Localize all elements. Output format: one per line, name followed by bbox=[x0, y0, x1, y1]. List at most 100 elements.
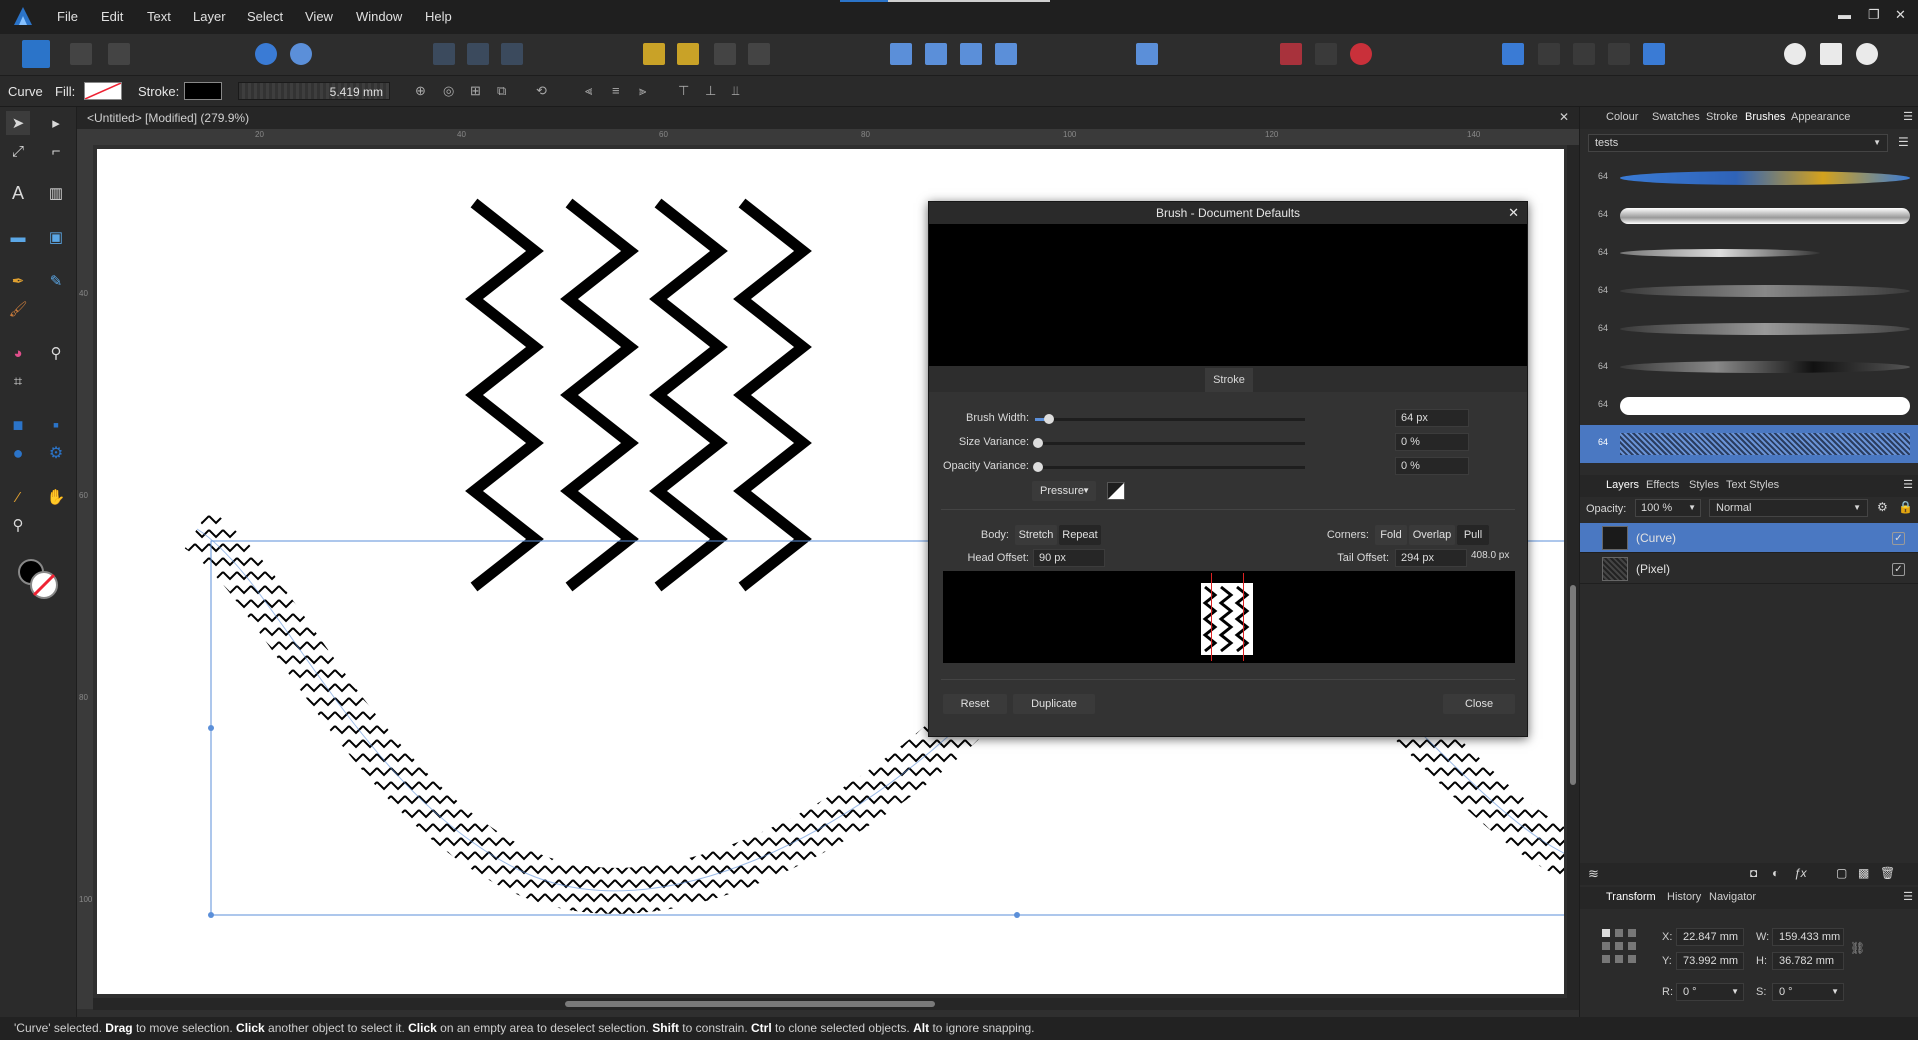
cog-tool-icon[interactable]: ⚙ bbox=[44, 441, 68, 465]
minimize-icon[interactable]: ▬ bbox=[1838, 7, 1851, 22]
place-image-tool-icon[interactable]: ▬ bbox=[6, 225, 30, 249]
tab-transform[interactable]: Transform bbox=[1606, 891, 1656, 903]
move-forward-icon[interactable] bbox=[677, 43, 699, 65]
arrange-icon[interactable] bbox=[1820, 43, 1842, 65]
h-field[interactable]: 36.782 mm bbox=[1772, 952, 1844, 970]
tab-stroke-panel[interactable]: Stroke bbox=[1706, 111, 1738, 123]
move-back-icon[interactable] bbox=[643, 43, 665, 65]
document-tab[interactable]: <Untitled> [Modified] (279.9%) ✕ bbox=[77, 107, 1579, 129]
selection-handle[interactable] bbox=[1014, 912, 1020, 918]
opacity-field[interactable]: 100 % ▼ bbox=[1635, 499, 1701, 517]
menu-help[interactable]: Help bbox=[425, 9, 452, 24]
brush-nozzle-editor[interactable] bbox=[943, 571, 1515, 663]
tab-colour[interactable]: Colour bbox=[1606, 111, 1638, 123]
y-field[interactable]: 73.992 mm bbox=[1676, 952, 1744, 970]
affinity-designer-logo-icon[interactable] bbox=[12, 5, 34, 27]
menu-select[interactable]: Select bbox=[247, 9, 283, 24]
rectangle-tool-icon[interactable]: ■ bbox=[6, 413, 30, 437]
node-tool-icon[interactable]: ▸ bbox=[44, 111, 68, 135]
corner-tool-icon[interactable]: ⌐ bbox=[44, 139, 68, 163]
menu-edit[interactable]: Edit bbox=[101, 9, 123, 24]
brush-width-slider-knob[interactable] bbox=[1043, 414, 1054, 424]
ellipse-tool-icon[interactable]: ● bbox=[6, 441, 30, 465]
opacity-variance-slider[interactable] bbox=[1033, 462, 1305, 472]
boolean-xor-icon[interactable] bbox=[1608, 43, 1630, 65]
brush-item[interactable]: 64 bbox=[1580, 273, 1918, 311]
hand-tool-icon[interactable]: ✋ bbox=[44, 485, 68, 509]
transform-icon[interactable] bbox=[1856, 43, 1878, 65]
brush-item[interactable]: 64 bbox=[1580, 197, 1918, 235]
tab-stroke[interactable]: Stroke bbox=[1205, 368, 1253, 392]
restore-icon[interactable]: ❐ bbox=[1868, 7, 1880, 23]
panel-menu-icon[interactable]: ☰ bbox=[1903, 890, 1913, 903]
link-proportions-icon[interactable]: ⛓ bbox=[1850, 941, 1865, 955]
vector-crop-tool-icon[interactable]: ▣ bbox=[44, 225, 68, 249]
brush-item[interactable]: 64 bbox=[1580, 349, 1918, 387]
frame-text-tool-icon[interactable]: ▥ bbox=[44, 181, 68, 205]
align-center-icon[interactable]: ≡ bbox=[612, 83, 620, 98]
snapping-magnet-icon[interactable] bbox=[1350, 43, 1372, 65]
anchor-point-selector[interactable] bbox=[1602, 929, 1642, 969]
pressure-dropdown[interactable]: Pressure ▼ bbox=[1032, 481, 1096, 501]
fill-color-circle[interactable] bbox=[30, 571, 58, 599]
insert-behind-icon[interactable] bbox=[433, 43, 455, 65]
fill-swatch[interactable] bbox=[84, 82, 122, 100]
head-offset-field[interactable]: 90 px bbox=[1033, 549, 1105, 567]
adjustment-icon[interactable]: ◐ bbox=[1772, 866, 1779, 880]
show-handles-icon[interactable]: ◎ bbox=[443, 83, 454, 99]
mask-icon[interactable]: ◘ bbox=[1750, 866, 1757, 880]
add-pixel-layer-icon[interactable]: ▩ bbox=[1858, 866, 1869, 880]
brush-width-field[interactable]: 64 px bbox=[1395, 409, 1469, 427]
opacity-variance-slider-knob[interactable] bbox=[1033, 462, 1043, 472]
head-offset-marker[interactable] bbox=[1211, 573, 1212, 661]
layer-row-curve[interactable]: (Curve) ✓ bbox=[1580, 523, 1918, 553]
tab-swatches[interactable]: Swatches bbox=[1652, 111, 1700, 123]
tab-navigator[interactable]: Navigator bbox=[1709, 891, 1756, 903]
align-bottom-icon[interactable]: ⫫ bbox=[732, 83, 739, 99]
pencil-tool-icon[interactable]: ✎ bbox=[44, 269, 68, 293]
align-middle-icon[interactable]: ⊥ bbox=[705, 83, 716, 99]
brush-item-selected[interactable]: 64 bbox=[1580, 425, 1918, 463]
horizontal-scroll-thumb[interactable] bbox=[565, 1001, 935, 1007]
tab-brushes[interactable]: Brushes bbox=[1745, 111, 1785, 123]
preferences-icon[interactable] bbox=[290, 43, 312, 65]
artistic-text-tool-icon[interactable]: A bbox=[6, 181, 30, 205]
move-tool-icon[interactable]: ➤ bbox=[6, 111, 30, 135]
point-transform-tool-icon[interactable]: ⤢ bbox=[6, 139, 30, 163]
boolean-add-icon[interactable] bbox=[1502, 43, 1524, 65]
pressure-curve-button[interactable] bbox=[1107, 482, 1125, 500]
corners-pull-button[interactable]: Pull bbox=[1457, 525, 1489, 545]
layer-visibility-checkbox[interactable]: ✓ bbox=[1892, 532, 1905, 545]
opacity-variance-field[interactable]: 0 % bbox=[1395, 457, 1469, 475]
size-variance-field[interactable]: 0 % bbox=[1395, 433, 1469, 451]
flip-vertical-icon[interactable] bbox=[925, 43, 947, 65]
rotate-left-icon[interactable] bbox=[960, 43, 982, 65]
transform-origin-icon[interactable]: ⊞ bbox=[470, 83, 481, 99]
brush-width-slider[interactable] bbox=[1035, 414, 1305, 424]
snapping-grid-icon[interactable] bbox=[1280, 43, 1302, 65]
align-top-icon[interactable]: ⊤ bbox=[678, 83, 689, 99]
pixel-persona-icon[interactable] bbox=[70, 43, 92, 65]
layer-row-pixel[interactable]: (Pixel) ✓ bbox=[1580, 554, 1918, 584]
fill-tool-icon[interactable]: ◕ bbox=[6, 341, 30, 365]
dialog-close-icon[interactable]: ✕ bbox=[1508, 202, 1519, 224]
tab-layers[interactable]: Layers bbox=[1606, 479, 1639, 491]
boolean-intersect-icon[interactable] bbox=[1573, 43, 1595, 65]
horizontal-scrollbar[interactable] bbox=[93, 998, 1579, 1010]
tab-history[interactable]: History bbox=[1667, 891, 1701, 903]
align-icon[interactable] bbox=[1136, 43, 1158, 65]
selection-handle[interactable] bbox=[208, 725, 214, 731]
menu-layer[interactable]: Layer bbox=[193, 9, 226, 24]
to-front-icon[interactable] bbox=[714, 43, 736, 65]
transparency-tool-icon[interactable]: ⚲ bbox=[44, 341, 68, 365]
rotate-right-icon[interactable] bbox=[995, 43, 1017, 65]
snapping-options-icon[interactable] bbox=[1315, 43, 1337, 65]
layers-stack-icon[interactable]: ≋ bbox=[1588, 866, 1599, 882]
blend-mode-dropdown[interactable]: Normal ▼ bbox=[1709, 499, 1868, 517]
to-back-icon[interactable] bbox=[748, 43, 770, 65]
fx-icon[interactable]: ƒx bbox=[1794, 866, 1807, 880]
close-document-icon[interactable]: ✕ bbox=[1559, 110, 1569, 124]
brush-category-dropdown[interactable]: tests ▼ bbox=[1588, 134, 1888, 152]
brush-item[interactable]: 64 bbox=[1580, 235, 1918, 273]
stroke-swatch[interactable] bbox=[184, 82, 222, 100]
